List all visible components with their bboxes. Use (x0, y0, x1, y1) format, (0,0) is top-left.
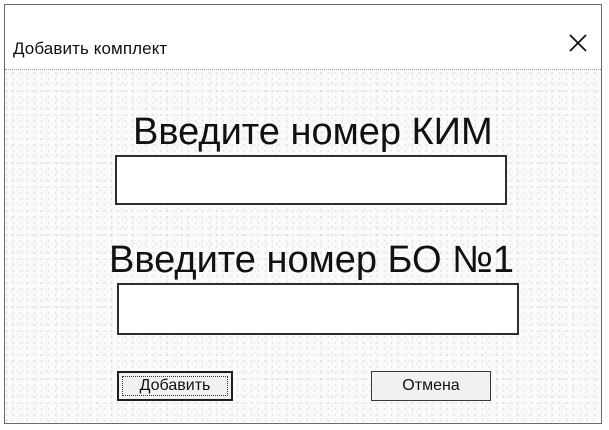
kim-number-input[interactable] (115, 155, 507, 205)
dialog-title: Добавить комплект (13, 39, 168, 58)
close-button[interactable] (555, 23, 601, 63)
focus-rectangle (122, 376, 228, 396)
bo-number-label: Введите номер БО №1 (109, 239, 515, 281)
bo-number-input[interactable] (117, 283, 519, 335)
close-icon (569, 34, 587, 52)
cancel-button[interactable]: Отмена (371, 371, 491, 401)
kim-number-label: Введите номер КИМ (133, 111, 493, 153)
cancel-button-label: Отмена (402, 377, 460, 394)
add-kit-dialog: Добавить комплект Введите номер КИМ Введ… (4, 4, 602, 424)
title-bar: Добавить комплект (5, 5, 601, 70)
add-button[interactable]: Добавить (117, 371, 233, 401)
